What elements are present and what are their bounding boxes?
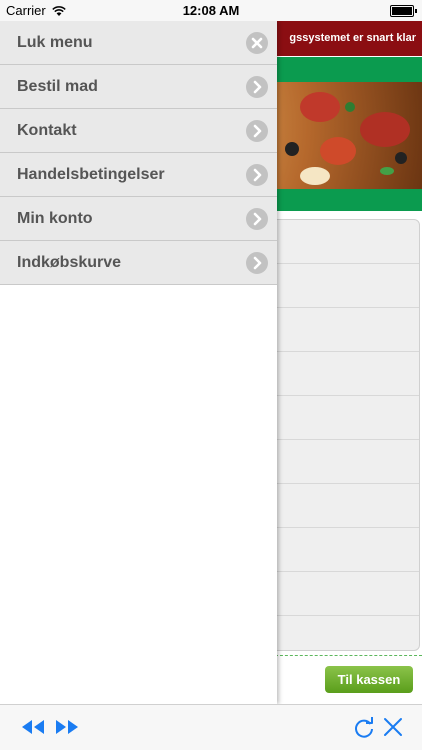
menu-item-label: Min konto bbox=[17, 210, 93, 227]
side-menu: Luk menu Bestil mad Kontakt Handelsbetin… bbox=[0, 21, 277, 704]
chevron-right-icon bbox=[246, 252, 268, 274]
list-item[interactable] bbox=[271, 528, 419, 572]
reload-icon[interactable] bbox=[352, 716, 376, 743]
chevron-right-icon bbox=[246, 208, 268, 230]
menu-item-label: Handelsbetingelser bbox=[17, 166, 165, 183]
menu-item-label: Bestil mad bbox=[17, 78, 98, 95]
menu-item-my-account[interactable]: Min konto bbox=[0, 197, 277, 241]
list-item[interactable] bbox=[271, 352, 419, 396]
list-item[interactable] bbox=[271, 440, 419, 484]
list-item[interactable] bbox=[271, 308, 419, 352]
chevron-right-icon bbox=[246, 120, 268, 142]
checkout-button[interactable]: Til kassen bbox=[325, 666, 413, 693]
menu-item-order-food[interactable]: Bestil mad bbox=[0, 65, 277, 109]
battery-icon bbox=[390, 5, 417, 17]
chevron-right-icon bbox=[246, 164, 268, 186]
menu-item-terms[interactable]: Handelsbetingelser bbox=[0, 153, 277, 197]
menu-item-label: Luk menu bbox=[17, 34, 93, 51]
menu-item-contact[interactable]: Kontakt bbox=[0, 109, 277, 153]
chevron-right-icon bbox=[246, 76, 268, 98]
list-item[interactable] bbox=[271, 264, 419, 308]
list-item[interactable] bbox=[271, 396, 419, 440]
close-icon[interactable] bbox=[382, 716, 404, 741]
clock: 12:08 AM bbox=[182, 3, 240, 18]
list-item[interactable] bbox=[271, 572, 419, 616]
list-item[interactable] bbox=[271, 484, 419, 528]
rewind-icon[interactable] bbox=[20, 716, 46, 741]
list-item[interactable] bbox=[271, 220, 419, 264]
close-icon bbox=[246, 32, 268, 54]
browser-toolbar bbox=[0, 704, 422, 750]
status-bar: Carrier 12:08 AM bbox=[0, 0, 422, 21]
menu-item-close[interactable]: Luk menu bbox=[0, 21, 277, 65]
cart-divider bbox=[270, 655, 422, 656]
menu-item-cart[interactable]: Indkøbskurve bbox=[0, 241, 277, 285]
fast-forward-icon[interactable] bbox=[54, 716, 80, 741]
menu-item-label: Indkøbskurve bbox=[17, 254, 122, 271]
product-list bbox=[270, 219, 420, 651]
menu-item-label: Kontakt bbox=[17, 122, 77, 139]
